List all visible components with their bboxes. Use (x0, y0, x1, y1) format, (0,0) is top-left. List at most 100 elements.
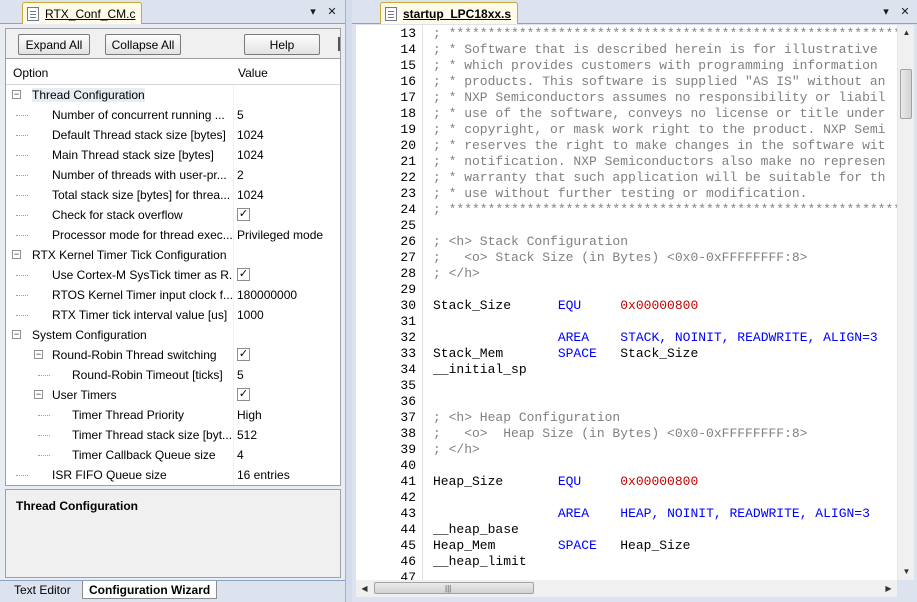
tree-row[interactable]: Default Thread stack size [bytes] 1024 (6, 125, 340, 145)
code-line[interactable]: ; * NXP Semiconductors assumes no respon… (433, 90, 885, 105)
code-line[interactable]: ; <h> Stack Configuration (433, 234, 628, 249)
code-line[interactable]: Stack_Size EQU 0x00000800 (433, 298, 698, 313)
close-icon[interactable]: ✕ (324, 4, 340, 20)
line-number: 14 (400, 42, 416, 57)
collapse-toggle-icon[interactable]: − (34, 390, 43, 399)
code-line[interactable]: ; <o> Stack Size (in Bytes) <0x0-0xFFFFF… (433, 250, 807, 265)
vertical-scroll-thumb[interactable] (900, 69, 912, 119)
tab-startup-lpc18xx[interactable]: startup_LPC18xx.s (380, 2, 519, 24)
code-line[interactable]: ; **************************************… (433, 26, 897, 41)
tree-row[interactable]: Processor mode for thread exec... Privile… (6, 225, 340, 245)
code-line[interactable]: ; <h> Heap Configuration (433, 410, 620, 425)
tab-list-dropdown-icon[interactable]: ▾ (305, 4, 321, 20)
horizontal-scrollbar[interactable]: ◀ ||| ▶ (356, 580, 897, 597)
tree-row[interactable]: − RTX Kernel Timer Tick Configuration (6, 245, 340, 265)
option-value[interactable]: 5 (237, 108, 244, 122)
code-token: __heap_limit (433, 554, 527, 569)
scroll-up-icon[interactable]: ▲ (898, 28, 915, 37)
tree-row[interactable]: Timer Thread stack size [byt... 512 (6, 425, 340, 445)
code-line[interactable]: AREA STACK, NOINIT, READWRITE, ALIGN=3 (433, 330, 878, 345)
code-line[interactable]: __initial_sp (433, 362, 527, 377)
tree-row[interactable]: Check for stack overflow ✓ (6, 205, 340, 225)
expand-all-button[interactable]: Expand All (18, 34, 90, 55)
line-number: 18 (400, 106, 416, 121)
option-value[interactable]: 180000000 (237, 288, 297, 302)
option-value[interactable]: 4 (237, 448, 244, 462)
code-line[interactable]: ; * copyright, or mask work right to the… (433, 122, 885, 137)
code-editor[interactable]: 13 14 15 16 17 18 19 20 21 22 23 24 25 26 27 28 29 30 31 32… (356, 25, 897, 580)
option-checkbox[interactable]: ✓ (237, 268, 250, 281)
option-value[interactable]: 1024 (237, 128, 264, 142)
code-line[interactable]: ; * Software that is described herein is… (433, 42, 878, 57)
option-label: Timer Thread Priority (72, 408, 185, 422)
tree-row[interactable]: − System Configuration (6, 325, 340, 345)
option-value[interactable]: 1024 (237, 148, 264, 162)
tree-row[interactable]: RTX Timer tick interval value [us] 1000 (6, 305, 340, 325)
tree-row[interactable]: Timer Callback Queue size 4 (6, 445, 340, 465)
option-value[interactable]: 5 (237, 368, 244, 382)
code-line[interactable]: ; </h> (433, 266, 480, 281)
code-line[interactable]: ; * which provides customers with progra… (433, 58, 878, 73)
vertical-scrollbar[interactable]: ▲ ▼ (897, 25, 914, 580)
code-line[interactable]: ; * reserves the right to make changes i… (433, 138, 885, 153)
option-checkbox[interactable]: ✓ (237, 388, 250, 401)
option-value[interactable]: 2 (237, 168, 244, 182)
collapse-toggle-icon[interactable]: − (12, 250, 21, 259)
value-column-header[interactable]: Value (238, 66, 268, 80)
tab-rtx-conf[interactable]: RTX_Conf_CM.c (22, 2, 143, 24)
code-line[interactable]: ; * notification. NXP Semiconductors als… (433, 154, 885, 169)
scroll-down-icon[interactable]: ▼ (898, 567, 915, 576)
tree-row[interactable]: Timer Thread Priority High (6, 405, 340, 425)
code-line[interactable]: __heap_limit (433, 554, 527, 569)
tree-connector (16, 155, 28, 156)
tree-row[interactable]: − Thread Configuration (6, 85, 340, 105)
collapse-toggle-icon[interactable]: − (12, 90, 21, 99)
option-column-header[interactable]: Option (13, 66, 48, 80)
code-line[interactable]: AREA HEAP, NOINIT, READWRITE, ALIGN=3 (433, 506, 870, 521)
code-line[interactable]: ; * use of the software, conveys no lice… (433, 106, 885, 121)
tree-row[interactable]: Number of concurrent running ... 5 (6, 105, 340, 125)
tab-configuration-wizard[interactable]: Configuration Wizard (82, 581, 218, 599)
code-token: HEAP, NOINIT, READWRITE, ALIGN=3 (620, 506, 870, 521)
tree-row[interactable]: − Round-Robin Thread switching ✓ (6, 345, 340, 365)
code-line[interactable]: __heap_base (433, 522, 519, 537)
help-button[interactable]: Help (244, 34, 320, 55)
collapse-toggle-icon[interactable]: − (34, 350, 43, 359)
code-line[interactable]: ; * use without further testing or modif… (433, 186, 807, 201)
tree-row[interactable]: ISR FIFO Queue size 16 entries (6, 465, 340, 485)
horizontal-scroll-thumb[interactable]: ||| (374, 582, 534, 594)
option-checkbox[interactable]: ✓ (237, 208, 250, 221)
option-label: Main Thread stack size [bytes] (52, 148, 214, 162)
code-line[interactable]: ; * products. This software is supplied … (433, 74, 885, 89)
collapse-all-button[interactable]: Collapse All (105, 34, 181, 55)
option-value[interactable]: Privileged mode (237, 228, 323, 242)
option-value[interactable]: 512 (237, 428, 257, 442)
code-line[interactable]: ; <o> Heap Size (in Bytes) <0x0-0xFFFFFF… (433, 426, 807, 441)
scroll-right-icon[interactable]: ▶ (880, 584, 897, 593)
tree-row[interactable]: Round-Robin Timeout [ticks] 5 (6, 365, 340, 385)
code-line[interactable]: ; * warranty that such application will … (433, 170, 885, 185)
bottom-tab-strip: Text Editor Configuration Wizard (0, 580, 345, 602)
code-line[interactable]: Stack_Mem SPACE Stack_Size (433, 346, 698, 361)
code-line[interactable]: Heap_Mem SPACE Heap_Size (433, 538, 690, 553)
option-value[interactable]: High (237, 408, 262, 422)
code-line[interactable]: Heap_Size EQU 0x00000800 (433, 474, 698, 489)
tab-list-dropdown-icon[interactable]: ▾ (878, 4, 894, 20)
code-line[interactable]: ; </h> (433, 442, 480, 457)
tree-row[interactable]: RTOS Kernel Timer input clock f... 180000… (6, 285, 340, 305)
tree-row[interactable]: Total stack size [bytes] for threa... 102… (6, 185, 340, 205)
tree-row[interactable]: Use Cortex-M SysTick timer as R... ✓ (6, 265, 340, 285)
code-token: ; <h> Stack Configuration (433, 234, 629, 249)
option-value[interactable]: 1000 (237, 308, 264, 322)
option-value[interactable]: 1024 (237, 188, 264, 202)
close-icon[interactable]: ✕ (897, 4, 913, 20)
code-line[interactable]: ; **************************************… (433, 202, 897, 217)
tree-row[interactable]: Number of threads with user-pr... 2 (6, 165, 340, 185)
option-checkbox[interactable]: ✓ (237, 348, 250, 361)
tree-row[interactable]: − User Timers ✓ (6, 385, 340, 405)
scroll-left-icon[interactable]: ◀ (356, 584, 373, 593)
tab-text-editor[interactable]: Text Editor (8, 581, 77, 599)
collapse-toggle-icon[interactable]: − (12, 330, 21, 339)
option-value[interactable]: 16 entries (237, 468, 290, 482)
tree-row[interactable]: Main Thread stack size [bytes] 1024 (6, 145, 340, 165)
